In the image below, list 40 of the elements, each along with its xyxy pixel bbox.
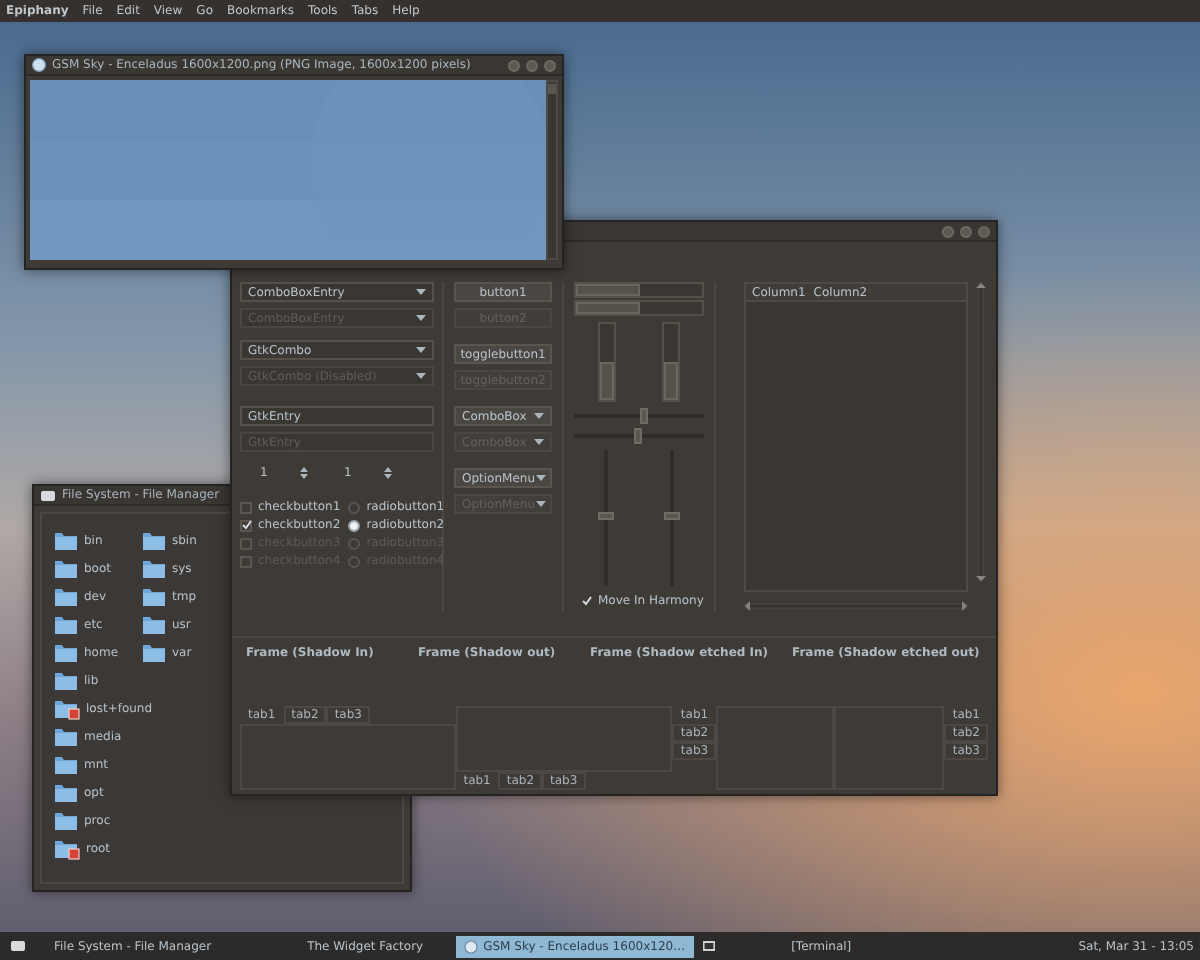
dropdown-arrow-icon [416, 346, 426, 354]
slider-handle[interactable] [639, 408, 648, 424]
folder-icon[interactable] [142, 529, 166, 551]
folder-icon[interactable] [54, 753, 78, 775]
slider-handle[interactable] [633, 428, 641, 444]
drive-icon[interactable] [10, 940, 26, 952]
folder-icon[interactable] [54, 557, 78, 579]
scrollbar[interactable] [546, 80, 558, 260]
dropdown-arrow-icon [535, 500, 545, 508]
dropdown-arrow-icon [416, 314, 426, 322]
dropdown-arrow-icon [416, 372, 426, 380]
folder-icon[interactable] [54, 781, 78, 803]
spin-arrows-icon[interactable] [300, 466, 308, 480]
folder-icon[interactable] [142, 641, 166, 663]
checkmark-icon [581, 596, 591, 606]
folder-icon[interactable] [54, 613, 78, 635]
folder-icon[interactable] [142, 585, 166, 607]
dropdown-arrow-icon [534, 438, 544, 446]
globe-icon [463, 939, 478, 953]
globe-icon [32, 58, 46, 72]
slider-handle[interactable] [663, 512, 680, 520]
spin-arrows-icon[interactable] [384, 466, 392, 480]
radio-dot-icon [350, 521, 359, 529]
vertical-scrollbar[interactable] [974, 282, 988, 582]
dropdown-arrow-icon [534, 412, 544, 420]
folder-icon[interactable] [54, 809, 78, 831]
folder-icon[interactable] [142, 613, 166, 635]
slider-handle[interactable] [598, 512, 615, 520]
folder-icon[interactable] [54, 669, 78, 691]
checkmark-icon [241, 520, 251, 530]
horizontal-scrollbar[interactable] [744, 600, 968, 612]
terminal-icon[interactable] [701, 940, 716, 952]
folder-icon[interactable] [142, 557, 166, 579]
dropdown-arrow-icon [535, 474, 545, 482]
dropdown-arrow-icon [416, 288, 426, 296]
folder-icon[interactable] [54, 529, 78, 551]
folder-icon[interactable] [54, 585, 78, 607]
folder-icon[interactable] [54, 641, 78, 663]
drive-icon [40, 489, 56, 501]
folder-icon[interactable] [54, 725, 78, 747]
